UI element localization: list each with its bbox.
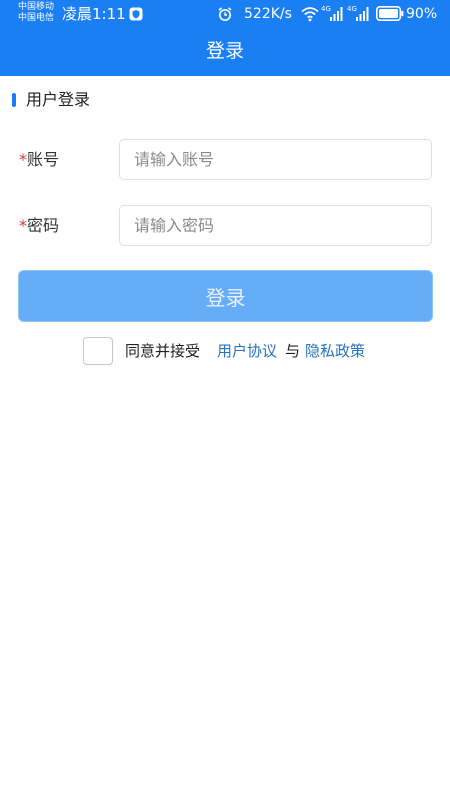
privacy-policy-link[interactable]: 隐私政策 bbox=[305, 340, 365, 362]
account-label-text: 账号 bbox=[27, 150, 60, 169]
carrier-info: 中国移动 中国电信 bbox=[18, 2, 54, 24]
battery-icon bbox=[376, 6, 404, 21]
required-mark-2: * bbox=[19, 216, 27, 235]
shield-icon bbox=[129, 7, 143, 21]
section-title: 用户登录 bbox=[26, 90, 91, 109]
user-agreement-link[interactable]: 用户协议 bbox=[217, 340, 277, 362]
carrier-2: 中国电信 bbox=[18, 13, 55, 23]
password-label-text: 密码 bbox=[27, 216, 60, 235]
agree-text: 同意并接受 bbox=[125, 342, 201, 360]
carrier-1: 中国移动 bbox=[18, 2, 55, 12]
section-marker bbox=[12, 93, 16, 107]
account-label: *账号 bbox=[19, 149, 59, 171]
battery-percentage: 90% bbox=[406, 6, 438, 22]
app-header: 中国移动 中国电信 凌晨1:11 522K/s 4G 4G 90% 登录 bbox=[0, 0, 450, 76]
status-bar: 中国移动 中国电信 凌晨1:11 522K/s 4G 4G 90% bbox=[0, 0, 450, 28]
agree-checkbox[interactable] bbox=[83, 337, 113, 365]
signal-icon-2: 4G bbox=[347, 5, 369, 21]
password-input[interactable] bbox=[119, 205, 432, 246]
alarm-icon bbox=[218, 7, 232, 21]
required-mark: * bbox=[19, 150, 27, 169]
login-button[interactable]: 登录 bbox=[18, 270, 433, 322]
account-input[interactable] bbox=[119, 139, 432, 180]
conjunction-text: 与 bbox=[285, 342, 301, 360]
network-speed: 522K/s bbox=[244, 6, 292, 22]
password-label: *密码 bbox=[19, 215, 59, 237]
signal-label: 4G bbox=[321, 5, 331, 13]
status-time: 凌晨1:11 bbox=[62, 5, 126, 23]
page-title: 登录 bbox=[205, 40, 244, 62]
signal-icon: 4G bbox=[321, 5, 343, 21]
signal-label-2: 4G bbox=[347, 5, 357, 13]
wifi-icon bbox=[301, 7, 319, 22]
